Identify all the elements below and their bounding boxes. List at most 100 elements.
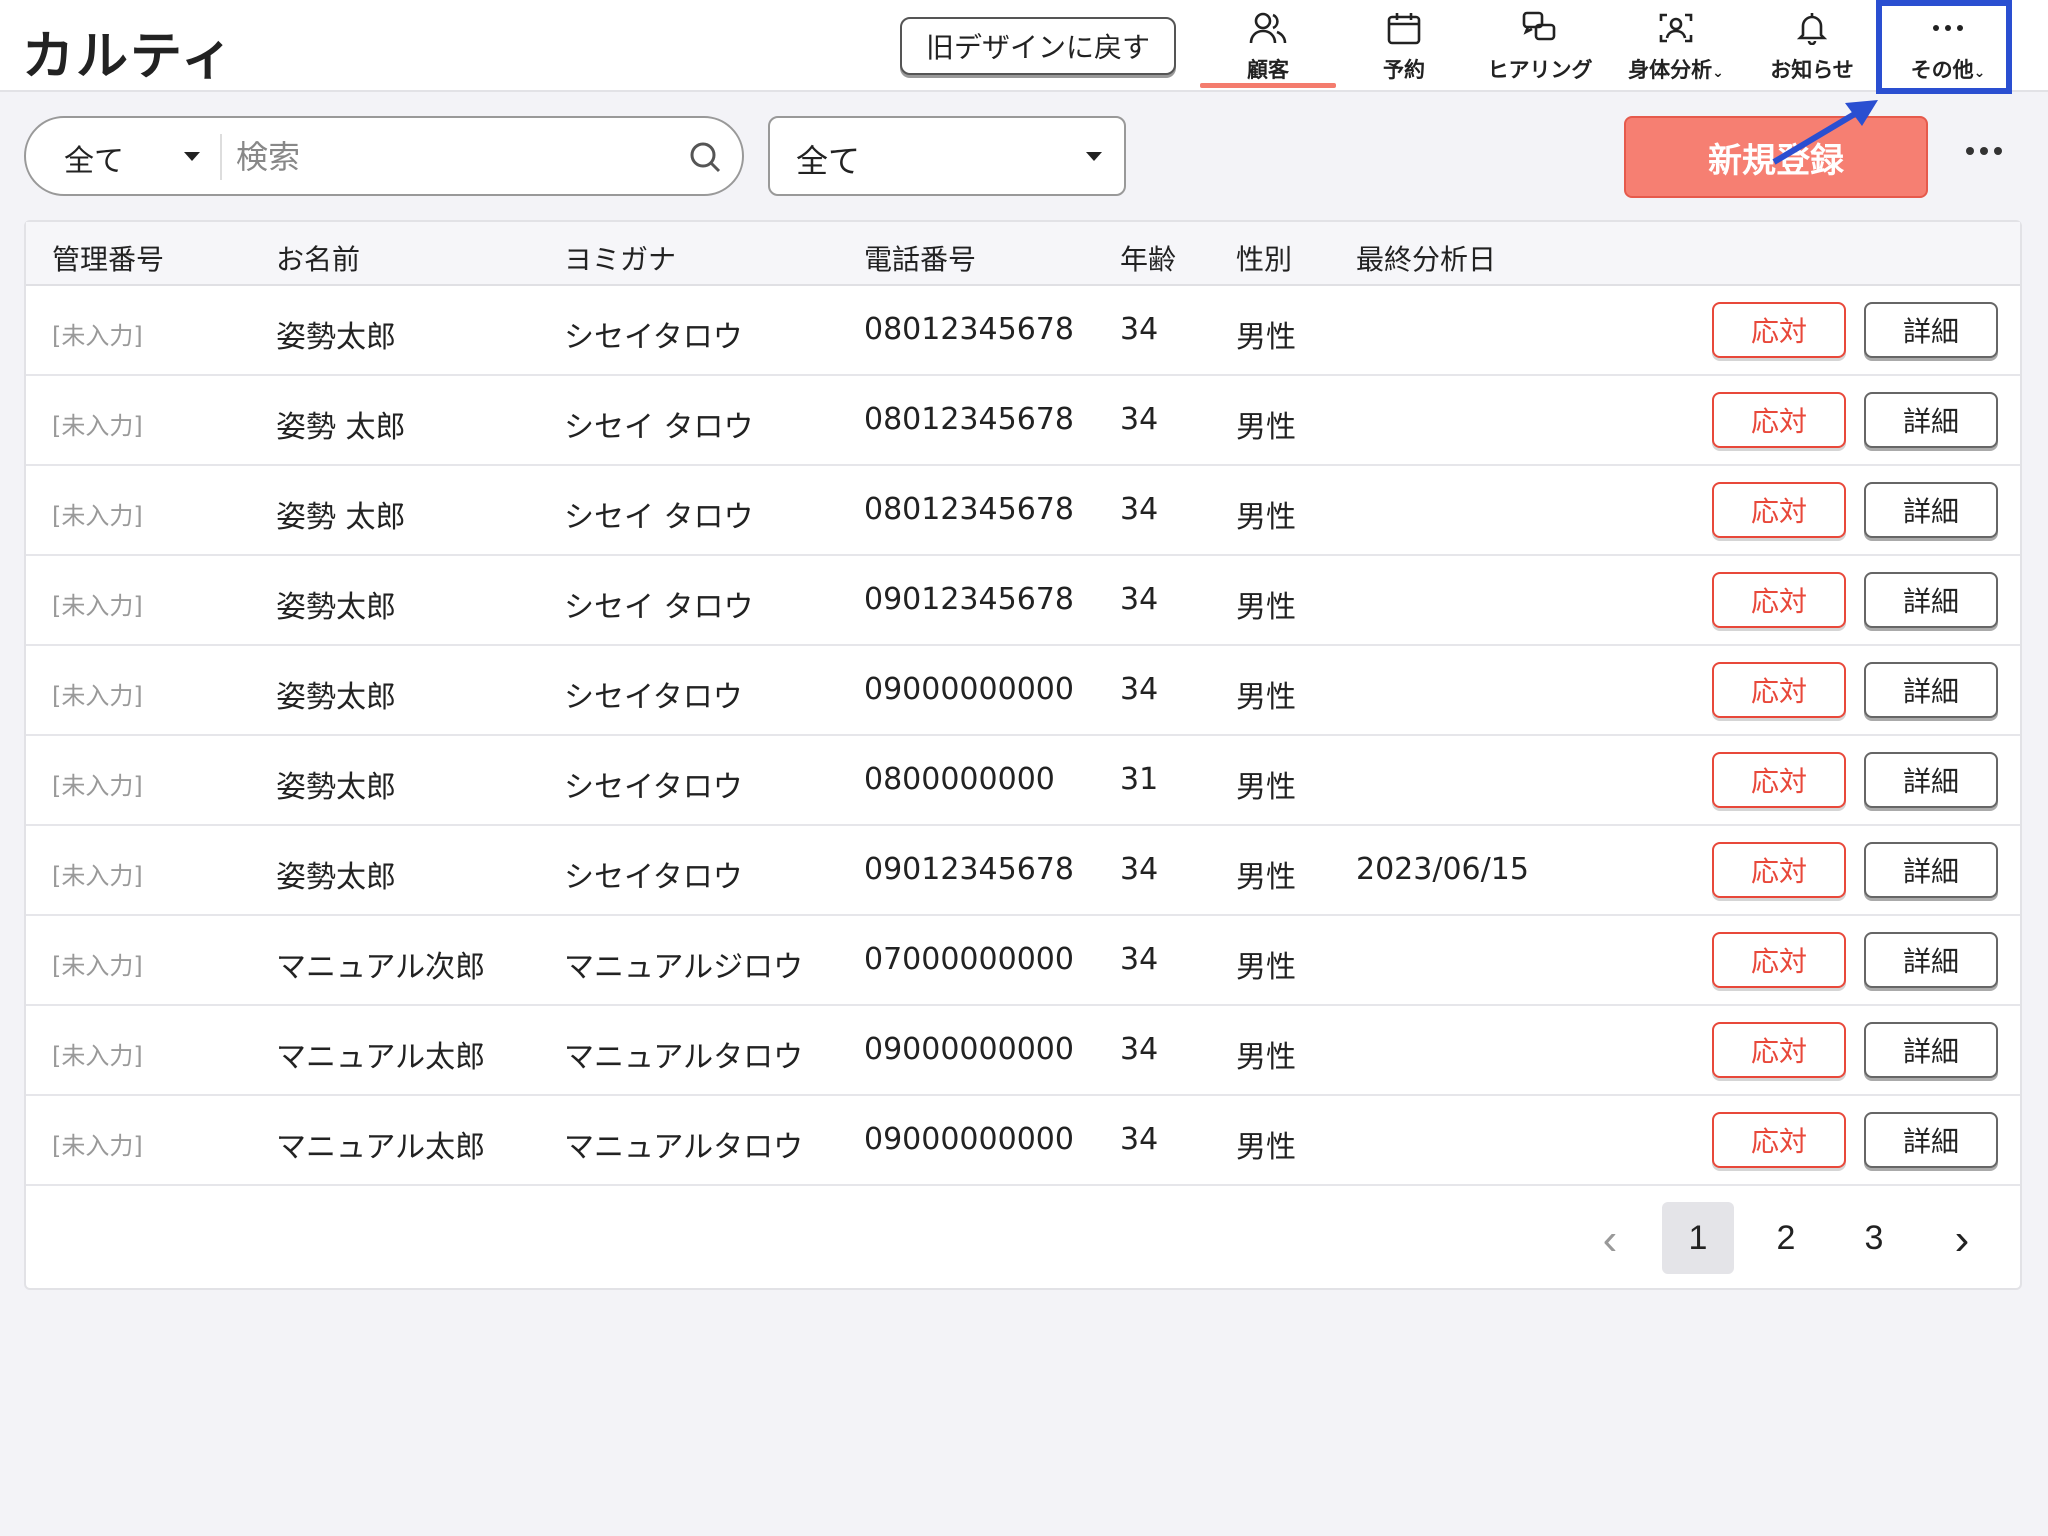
cell-age: 34 xyxy=(1120,402,1159,437)
col-name[interactable]: お名前 xyxy=(276,238,360,278)
cell-age: 34 xyxy=(1120,942,1159,977)
nav-customers-label: 顧客 xyxy=(1247,58,1289,82)
caret-down-icon xyxy=(1086,152,1102,161)
nav-reservations-label: 予約 xyxy=(1383,58,1425,82)
cell-phone: 08012345678 xyxy=(864,492,1074,527)
table-row[interactable]: [未入力] 姿勢太郎 シセイ タロウ 09012345678 34 男性 応対 詳細 xyxy=(26,556,2020,646)
cell-management-no: [未入力] xyxy=(52,1132,143,1160)
cell-gender: 男性 xyxy=(1236,410,1296,445)
cell-kana: シセイタロウ xyxy=(564,680,743,715)
nav-reservations[interactable]: 予約 xyxy=(1336,0,1472,90)
cell-kana: マニュアルタロウ xyxy=(564,1040,804,1075)
respond-button[interactable]: 応対 xyxy=(1712,842,1846,898)
col-last-analysis[interactable]: 最終分析日 xyxy=(1356,238,1496,278)
detail-button[interactable]: 詳細 xyxy=(1864,752,1998,808)
cell-phone: 09012345678 xyxy=(864,582,1074,617)
more-options-icon[interactable] xyxy=(1960,134,2008,174)
app-logo[interactable]: カルティ xyxy=(22,14,235,89)
cell-name: 姿勢太郎 xyxy=(276,320,396,355)
cell-age: 34 xyxy=(1120,582,1159,617)
nav-hearing[interactable]: ヒアリング xyxy=(1472,0,1608,90)
filter-select-value: 全て xyxy=(796,142,861,180)
cell-management-no: [未入力] xyxy=(52,952,143,980)
cell-kana: マニュアルタロウ xyxy=(564,1130,804,1165)
table-row[interactable]: [未入力] マニュアル太郎 マニュアルタロウ 09000000000 34 男性 応対 詳細 xyxy=(26,1006,2020,1096)
search-scope-select[interactable]: 全て xyxy=(64,136,124,180)
page-3[interactable]: 3 xyxy=(1838,1202,1910,1274)
new-registration-button[interactable]: 新規登録 xyxy=(1624,116,1928,198)
respond-button[interactable]: 応対 xyxy=(1712,662,1846,718)
cell-age: 34 xyxy=(1120,312,1159,347)
col-age[interactable]: 年齢 xyxy=(1120,238,1176,278)
col-management-no[interactable]: 管理番号 xyxy=(52,238,164,278)
detail-button[interactable]: 詳細 xyxy=(1864,482,1998,538)
nav-body-analysis[interactable]: 身体分析⌄ xyxy=(1608,0,1744,90)
search-icon[interactable] xyxy=(686,138,726,178)
caret-down-icon[interactable] xyxy=(184,152,200,161)
nav-notifications-label: お知らせ xyxy=(1770,58,1854,82)
cell-name: マニュアル太郎 xyxy=(276,1040,486,1075)
cell-age: 34 xyxy=(1120,1032,1159,1067)
chat-icon xyxy=(1520,10,1560,46)
cell-last-analysis: 2023/06/15 xyxy=(1356,852,1529,887)
cell-name: 姿勢 太郎 xyxy=(276,500,406,535)
page-2[interactable]: 2 xyxy=(1750,1202,1822,1274)
respond-button[interactable]: 応対 xyxy=(1712,1022,1846,1078)
col-kana[interactable]: ヨミガナ xyxy=(564,238,676,278)
col-phone[interactable]: 電話番号 xyxy=(864,238,976,278)
table-row[interactable]: [未入力] 姿勢太郎 シセイタロウ 09000000000 34 男性 応対 詳細 xyxy=(26,646,2020,736)
cell-gender: 男性 xyxy=(1236,320,1296,355)
detail-button[interactable]: 詳細 xyxy=(1864,932,1998,988)
detail-button[interactable]: 詳細 xyxy=(1864,572,1998,628)
cell-age: 31 xyxy=(1120,762,1159,797)
cell-kana: シセイタロウ xyxy=(564,770,743,805)
cell-gender: 男性 xyxy=(1236,500,1296,535)
cell-kana: シセイ タロウ xyxy=(564,590,754,625)
col-gender[interactable]: 性別 xyxy=(1236,238,1292,278)
cell-management-no: [未入力] xyxy=(52,502,143,530)
table-row[interactable]: [未入力] 姿勢太郎 シセイタロウ 0800000000 31 男性 応対 詳細 xyxy=(26,736,2020,826)
table-row[interactable]: [未入力] 姿勢 太郎 シセイ タロウ 08012345678 34 男性 応対 詳細 xyxy=(26,376,2020,466)
respond-button[interactable]: 応対 xyxy=(1712,752,1846,808)
search-divider xyxy=(220,134,222,180)
table-row[interactable]: [未入力] マニュアル太郎 マニュアルタロウ 09000000000 34 男性 応対 詳細 xyxy=(26,1096,2020,1186)
detail-button[interactable]: 詳細 xyxy=(1864,392,1998,448)
nav-notifications[interactable]: お知らせ xyxy=(1744,0,1880,90)
respond-button[interactable]: 応対 xyxy=(1712,482,1846,538)
search-input[interactable] xyxy=(236,132,676,182)
detail-button[interactable]: 詳細 xyxy=(1864,1022,1998,1078)
cell-management-no: [未入力] xyxy=(52,412,143,440)
respond-button[interactable]: 応対 xyxy=(1712,392,1846,448)
table-row[interactable]: [未入力] 姿勢 太郎 シセイ タロウ 08012345678 34 男性 応対 詳細 xyxy=(26,466,2020,556)
bell-icon xyxy=(1792,10,1832,46)
respond-button[interactable]: 応対 xyxy=(1712,302,1846,358)
detail-button[interactable]: 詳細 xyxy=(1864,662,1998,718)
respond-button[interactable]: 応対 xyxy=(1712,932,1846,988)
table-row[interactable]: [未入力] マニュアル次郎 マニュアルジロウ 07000000000 34 男性 応対 詳細 xyxy=(26,916,2020,1006)
cell-kana: マニュアルジロウ xyxy=(564,950,804,985)
cell-phone: 09012345678 xyxy=(864,852,1074,887)
app-header: カルティ 旧デザインに戻す 顧客 予約 ヒアリング 身体分析⌄ お知らせ その他… xyxy=(0,0,2048,92)
page-1[interactable]: 1 xyxy=(1662,1202,1734,1274)
cell-phone: 09000000000 xyxy=(864,672,1074,707)
table-row[interactable]: [未入力] 姿勢太郎 シセイタロウ 08012345678 34 男性 応対 詳細 xyxy=(26,286,2020,376)
filter-select[interactable]: 全て xyxy=(768,116,1126,196)
cell-gender: 男性 xyxy=(1236,1040,1296,1075)
cell-phone: 08012345678 xyxy=(864,402,1074,437)
chevron-right-icon[interactable]: › xyxy=(1942,1212,1982,1268)
customer-table: 管理番号 お名前 ヨミガナ 電話番号 年齢 性別 最終分析日 [未入力] 姿勢太郎… xyxy=(24,220,2022,1290)
detail-button[interactable]: 詳細 xyxy=(1864,842,1998,898)
calendar-icon xyxy=(1384,10,1424,46)
cell-phone: 09000000000 xyxy=(864,1032,1074,1067)
nav-customers[interactable]: 顧客 xyxy=(1200,0,1336,90)
old-design-button[interactable]: 旧デザインに戻す xyxy=(900,17,1176,75)
cell-gender: 男性 xyxy=(1236,1130,1296,1165)
cell-phone: 07000000000 xyxy=(864,942,1074,977)
respond-button[interactable]: 応対 xyxy=(1712,1112,1846,1168)
nav-body-analysis-label: 身体分析⌄ xyxy=(1628,58,1724,82)
detail-button[interactable]: 詳細 xyxy=(1864,1112,1998,1168)
respond-button[interactable]: 応対 xyxy=(1712,572,1846,628)
detail-button[interactable]: 詳細 xyxy=(1864,302,1998,358)
chevron-left-icon[interactable]: ‹ xyxy=(1590,1212,1630,1268)
table-row[interactable]: [未入力] 姿勢太郎 シセイタロウ 09012345678 34 男性 2023/06/15… xyxy=(26,826,2020,916)
